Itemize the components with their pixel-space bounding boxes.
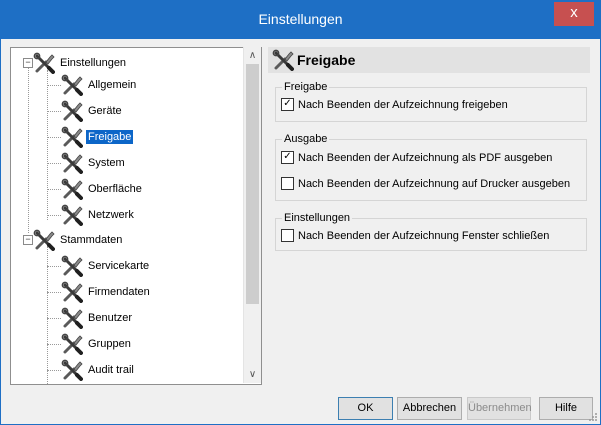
- tree-node-allgemein[interactable]: Allgemein: [61, 74, 138, 96]
- wrench-screwdriver-icon: [61, 333, 83, 355]
- tree-node-label: Netzwerk: [88, 209, 134, 221]
- option-fenster-schliessen[interactable]: Nach Beenden der Aufzeichnung Fenster sc…: [281, 229, 549, 242]
- window-title: Einstellungen: [258, 11, 343, 27]
- checkbox-pdf-ausgeben[interactable]: ✓: [281, 151, 294, 164]
- tree-line: [47, 344, 61, 345]
- tree-line: [47, 85, 61, 86]
- option-freigeben[interactable]: ✓ Nach Beenden der Aufzeichnung freigebe…: [281, 98, 508, 111]
- wrench-screwdriver-icon: [272, 49, 294, 71]
- tree-node-label: System: [88, 157, 125, 169]
- option-drucker-ausgeben[interactable]: Nach Beenden der Aufzeichnung auf Drucke…: [281, 177, 570, 190]
- tree-line: [47, 318, 61, 319]
- resize-grip-icon[interactable]: [588, 412, 598, 422]
- tree-node-system[interactable]: System: [61, 152, 127, 174]
- checkbox-fenster-schliessen[interactable]: [281, 229, 294, 242]
- tree-node-geraete[interactable]: Geräte: [61, 100, 124, 122]
- tree-line: [47, 189, 61, 190]
- tree-node-label: Einstellungen: [60, 57, 127, 69]
- tree-line: [47, 111, 61, 112]
- scroll-down-arrow-icon[interactable]: ∨: [244, 366, 261, 383]
- tree-line: [47, 215, 61, 216]
- scrollbar-thumb[interactable]: [246, 64, 259, 304]
- group-freigabe: Freigabe ✓ Nach Beenden der Aufzeichnung…: [275, 81, 587, 122]
- wrench-screwdriver-icon: [61, 126, 83, 148]
- option-label: Nach Beenden der Aufzeichnung freigeben: [298, 98, 508, 111]
- tree-node-netzwerk[interactable]: Netzwerk: [61, 204, 136, 226]
- tree-node-stammdaten[interactable]: Stammdaten: [33, 229, 124, 251]
- tree-node-label: Freigabe: [86, 130, 134, 144]
- tree-line: [47, 70, 48, 220]
- tree-node-label: Servicekarte: [88, 260, 150, 272]
- tree-expander-einstellungen[interactable]: −: [23, 58, 33, 68]
- tree-node-freigabe[interactable]: Freigabe: [61, 126, 134, 148]
- checkbox-drucker-ausgeben[interactable]: [281, 177, 294, 190]
- tree-line: [47, 266, 61, 267]
- tree-expander-stammdaten[interactable]: −: [23, 235, 33, 245]
- wrench-screwdriver-icon: [61, 178, 83, 200]
- group-title: Einstellungen: [282, 212, 353, 224]
- tree-line: [47, 370, 61, 371]
- panel-title: Freigabe: [297, 52, 356, 68]
- wrench-screwdriver-icon: [61, 307, 83, 329]
- option-pdf-ausgeben[interactable]: ✓ Nach Beenden der Aufzeichnung als PDF …: [281, 151, 552, 164]
- group-title: Freigabe: [282, 81, 330, 93]
- help-button[interactable]: Hilfe: [539, 397, 593, 420]
- option-label: Nach Beenden der Aufzeichnung als PDF au…: [298, 151, 553, 164]
- checkbox-freigeben[interactable]: ✓: [281, 98, 294, 111]
- tree-line: [28, 67, 29, 233]
- wrench-screwdriver-icon: [61, 152, 83, 174]
- tree-node-label: Oberfläche: [88, 183, 142, 195]
- tree-node-label: Audit trail: [88, 364, 134, 376]
- tree-line: [47, 292, 61, 293]
- tree-node-label: Gruppen: [88, 338, 131, 350]
- group-einstellungen: Einstellungen Nach Beenden der Aufzeichn…: [275, 212, 587, 251]
- wrench-screwdriver-icon: [61, 281, 83, 303]
- wrench-screwdriver-icon: [33, 52, 55, 74]
- group-ausgabe: Ausgabe ✓ Nach Beenden der Aufzeichnung …: [275, 133, 587, 201]
- tree-node-gruppen[interactable]: Gruppen: [61, 333, 133, 355]
- wrench-screwdriver-icon: [33, 229, 55, 251]
- tree-line: [47, 163, 61, 164]
- tree-node-label: Benutzer: [88, 312, 133, 324]
- group-title: Ausgabe: [282, 133, 330, 145]
- wrench-screwdriver-icon: [61, 359, 83, 381]
- option-label: Nach Beenden der Aufzeichnung Fenster sc…: [298, 229, 550, 242]
- ok-button[interactable]: OK: [338, 397, 393, 420]
- settings-tree[interactable]: − Einstellungen Allgemein Geräte Freigab…: [10, 47, 262, 385]
- close-button[interactable]: x: [554, 2, 594, 26]
- wrench-screwdriver-icon: [61, 100, 83, 122]
- wrench-screwdriver-icon: [61, 74, 83, 96]
- apply-button[interactable]: Übernehmen: [467, 397, 532, 420]
- tree-node-firmendaten[interactable]: Firmendaten: [61, 281, 152, 303]
- close-icon: x: [570, 4, 578, 21]
- scroll-up-arrow-icon[interactable]: ∧: [244, 47, 261, 64]
- panel-header: Freigabe: [268, 47, 590, 73]
- tree-node-label: Stammdaten: [60, 234, 123, 246]
- tree-node-servicekarte[interactable]: Servicekarte: [61, 255, 151, 277]
- wrench-screwdriver-icon: [61, 204, 83, 226]
- wrench-screwdriver-icon: [61, 255, 83, 277]
- tree-node-label: Firmendaten: [88, 286, 150, 298]
- option-label: Nach Beenden der Aufzeichnung auf Drucke…: [298, 177, 571, 190]
- tree-node-einstellungen[interactable]: Einstellungen: [33, 52, 128, 74]
- tree-scrollbar[interactable]: ∧ ∨: [243, 47, 261, 383]
- tree-node-oberflaeche[interactable]: Oberfläche: [61, 178, 144, 200]
- tree-node-audit-trail[interactable]: Audit trail: [61, 359, 136, 381]
- tree-node-benutzer[interactable]: Benutzer: [61, 307, 134, 329]
- title-bar[interactable]: Einstellungen x: [1, 1, 600, 39]
- tree-node-label: Allgemein: [88, 79, 137, 91]
- tree-line: [47, 137, 61, 138]
- cancel-button[interactable]: Abbrechen: [397, 397, 462, 420]
- tree-node-label: Geräte: [88, 105, 122, 117]
